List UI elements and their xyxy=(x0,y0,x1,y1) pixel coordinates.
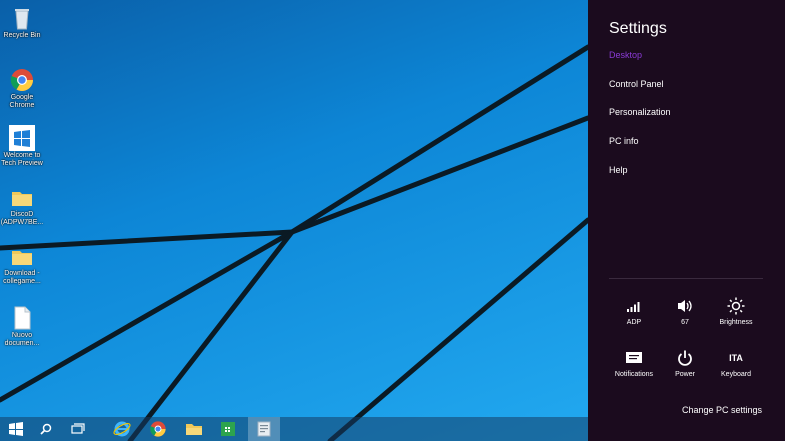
store-icon xyxy=(221,422,235,436)
settings-link-control-panel[interactable]: Control Panel xyxy=(609,79,664,89)
windows-logo-icon xyxy=(9,125,35,151)
desktop-icon-welcome[interactable]: Welcome to Tech Preview xyxy=(0,125,44,168)
task-view-icon xyxy=(71,423,85,434)
desktop-icon-label: Welcome to Tech Preview xyxy=(1,152,43,167)
desktop[interactable]: Recycle Bin Google Chrome Welcome to Tec… xyxy=(0,0,588,441)
document-icon xyxy=(9,305,35,331)
brightness-icon xyxy=(706,296,766,316)
desktop-icon-label: Download - collegame... xyxy=(3,270,41,285)
settings-link-help[interactable]: Help xyxy=(609,165,628,175)
taskbar-chrome[interactable] xyxy=(142,417,174,441)
taskbar-store[interactable] xyxy=(212,417,244,441)
chrome-icon xyxy=(9,67,35,93)
settings-title: Settings xyxy=(609,20,667,37)
settings-link-desktop[interactable]: Desktop xyxy=(609,50,642,60)
folder-icon xyxy=(186,424,202,435)
desktop-icon-discod[interactable]: DiscoD (ADPW7BE... xyxy=(0,184,44,227)
desktop-icon-google-chrome[interactable]: Google Chrome xyxy=(0,67,44,110)
taskbar-active-window[interactable] xyxy=(248,417,280,441)
desktop-icon-download[interactable]: Download - collegame... xyxy=(0,243,44,286)
keyboard-label: Keyboard xyxy=(721,371,751,378)
brightness-tile[interactable]: Brightness xyxy=(706,296,766,326)
taskbar-internet-explorer[interactable] xyxy=(106,417,138,441)
folder-icon xyxy=(9,184,35,210)
desktop-icon-recycle-bin[interactable]: Recycle Bin xyxy=(0,5,44,40)
change-pc-settings-link[interactable]: Change PC settings xyxy=(682,405,762,415)
taskbar xyxy=(0,417,588,441)
chrome-icon xyxy=(150,421,166,437)
desktop-icon-label: Nuovo documen... xyxy=(4,332,40,347)
desktop-icon-nuovo-documento[interactable]: Nuovo documen... xyxy=(0,305,44,348)
search-icon xyxy=(40,423,52,435)
recycle-bin-icon xyxy=(9,5,35,31)
app-window-icon xyxy=(257,421,271,437)
task-view-button[interactable] xyxy=(62,417,94,441)
wallpaper-lines xyxy=(0,44,588,441)
brightness-label: Brightness xyxy=(719,319,753,326)
folder-icon xyxy=(9,243,35,269)
internet-explorer-icon xyxy=(113,421,131,437)
keyboard-icon: ITA xyxy=(729,353,743,363)
keyboard-tile[interactable]: ITA Keyboard xyxy=(706,348,766,378)
settings-charm-panel: Settings Desktop Control Panel Personali… xyxy=(588,0,785,441)
windows-logo-icon xyxy=(9,422,23,436)
divider xyxy=(609,278,763,279)
search-button[interactable] xyxy=(30,417,62,441)
settings-link-pc-info[interactable]: PC info xyxy=(609,136,639,146)
settings-link-personalization[interactable]: Personalization xyxy=(609,107,671,117)
desktop-icon-label: Recycle Bin xyxy=(3,32,41,39)
start-button[interactable] xyxy=(0,417,32,441)
taskbar-file-explorer[interactable] xyxy=(178,417,210,441)
desktop-icon-label: DiscoD (ADPW7BE... xyxy=(0,211,44,226)
desktop-icon-label: Google Chrome xyxy=(9,94,35,109)
